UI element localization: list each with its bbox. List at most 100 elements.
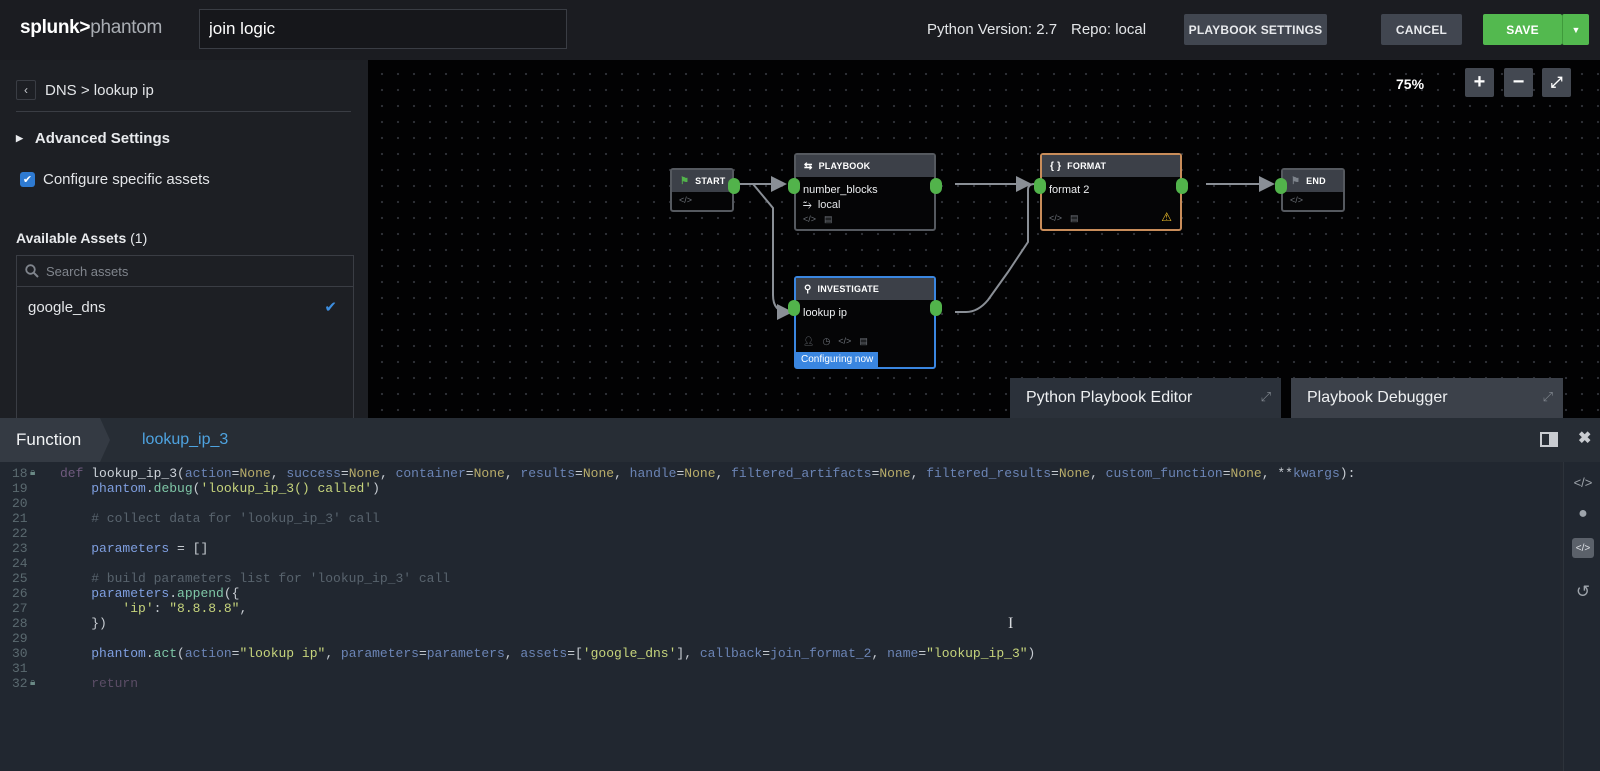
code-text: 'ip': "8.8.8.8", (122, 601, 248, 616)
logo-bold: splunk> (20, 17, 91, 38)
code-text: }) (60, 616, 107, 631)
format-node[interactable]: { } FORMAT format 2 </> ▤ ⚠ (1034, 153, 1188, 231)
node-type-label: START (695, 176, 726, 186)
code-icon: </> (1290, 195, 1304, 205)
code-editor-panel: Function lookup_ip_3 ✖ 18 🔒︎ def lookup_ip… (0, 418, 1600, 771)
caret-down-icon: ▼ (1571, 24, 1581, 35)
investigate-node[interactable]: ⚲ INVESTIGATE lookup ip 👤︎ ◷ </> ▤ Configuri… (788, 276, 942, 369)
code-line: 21 # collect data for 'lookup_ip_3' call (0, 511, 1560, 526)
line-number: 29 (12, 631, 28, 646)
asset-search (17, 256, 353, 287)
available-assets-count: (1) (130, 230, 148, 246)
cancel-button[interactable]: CANCEL (1381, 14, 1462, 45)
code-box-icon[interactable]: </> (1572, 538, 1594, 558)
zoom-level: 75% (1396, 76, 1425, 92)
code-text: parameters = [] (91, 541, 209, 556)
undo-icon[interactable]: ↺ (1572, 582, 1594, 602)
editor-side-toolbar: </> ● </> ↺ (1563, 462, 1600, 771)
caret-right-icon: ▶ (16, 133, 23, 143)
edge-investigate-format (955, 183, 1035, 313)
playbook-node[interactable]: ⇆ PLAYBOOK number_blocks ⥲ local </> ▤ (788, 153, 942, 231)
fit-to-screen-button[interactable]: ⤢ (1542, 68, 1571, 97)
repo-branch-icon: ⥲ (803, 199, 812, 211)
available-assets-heading: Available Assets (1) (16, 230, 147, 246)
zoom-out-button[interactable]: − (1504, 68, 1533, 97)
line-number: 31 (12, 661, 28, 676)
line-number: 25 (12, 571, 28, 586)
code-icon: </> (838, 336, 852, 346)
expand-icon[interactable]: ⤢ (1261, 389, 1271, 405)
code-area[interactable]: 18 🔒︎ def lookup_ip_3(action=None, success… (0, 462, 1560, 771)
code-line: 28 }) (0, 616, 1560, 631)
warning-icon[interactable]: ⚠ (1161, 210, 1172, 224)
save-button[interactable]: SAVE (1483, 14, 1562, 45)
line-number: 27 (12, 601, 28, 616)
playbook-name-input[interactable] (199, 9, 567, 49)
code-text: phantom.act(action="lookup ip", paramete… (91, 646, 1036, 661)
edges-layer (736, 176, 1275, 320)
search-icon: ⚲ (804, 283, 812, 295)
advanced-settings-toggle[interactable]: ▶ Advanced Settings (16, 130, 170, 147)
flag-icon: ⚑ (1291, 175, 1301, 187)
asset-item[interactable]: google_dns ✔ (17, 287, 353, 327)
line-number: 26 (12, 586, 28, 601)
splunk-phantom-logo[interactable]: splunk>phantom (20, 17, 162, 39)
back-button[interactable]: ‹ (16, 80, 36, 100)
divider (16, 111, 351, 112)
configure-assets-label[interactable]: Configure specific assets (43, 171, 210, 188)
zoom-in-button[interactable]: + (1465, 68, 1494, 97)
node-repo: local (817, 199, 841, 211)
function-name[interactable]: lookup_ip_3 (142, 431, 228, 449)
code-icon[interactable]: </> (1572, 472, 1594, 492)
asset-list: google_dns ✔ (16, 255, 354, 420)
tab-playbook-debugger[interactable]: Playbook Debugger ⤢ (1291, 378, 1563, 418)
output-port[interactable] (930, 178, 942, 194)
tab-python-playbook-editor[interactable]: Python Playbook Editor ⤢ (1010, 378, 1281, 418)
end-node[interactable]: ⚑ END </> (1275, 168, 1345, 212)
advanced-settings-label: Advanced Settings (34, 130, 170, 147)
code-line: 26 parameters.append({ (0, 586, 1560, 601)
close-icon[interactable]: ✖ (1578, 428, 1591, 448)
breadcrumb: DNS > lookup ip (45, 82, 154, 99)
check-icon: ✔ (22, 174, 33, 186)
code-text: # collect data for 'lookup_ip_3' call (60, 511, 380, 526)
lock-icon: 🔒︎ (30, 468, 36, 479)
start-node[interactable]: ⚑ START </> (670, 168, 740, 212)
input-port[interactable] (788, 178, 800, 194)
output-port[interactable] (728, 178, 740, 194)
input-port[interactable] (1034, 178, 1046, 194)
node-name: lookup ip (803, 307, 848, 319)
code-text: parameters.append({ (91, 586, 240, 601)
playbook-canvas[interactable]: 75% + − ⤢ ⚑ START </> ⇆ PLAYBOOK number_bl… (368, 60, 1600, 418)
configuring-status-badge: Configuring now (796, 352, 879, 367)
node-name: number_blocks (803, 184, 878, 196)
document-icon: ▤ (824, 214, 833, 224)
line-number: 22 (12, 526, 28, 541)
expand-icon[interactable]: ⤢ (1543, 389, 1553, 405)
node-type-label: FORMAT (1067, 161, 1107, 171)
output-port[interactable] (930, 300, 942, 316)
search-icon (25, 264, 39, 278)
search-assets-input[interactable] (46, 263, 326, 279)
line-number: 18 (12, 466, 28, 481)
node-type-label: END (1306, 176, 1326, 186)
code-icon: </> (803, 214, 817, 224)
code-line: 31 (0, 661, 1560, 676)
output-port[interactable] (1176, 178, 1188, 194)
save-options-dropdown[interactable]: ▼ (1562, 14, 1589, 45)
code-line: 25 # build parameters list for 'lookup_i… (0, 571, 1560, 586)
input-port[interactable] (1275, 178, 1287, 194)
top-bar: splunk>phantom Python Version: 2.7 Repo:… (0, 0, 1600, 60)
expand-icon: ⤢ (1550, 74, 1563, 91)
split-view-icon[interactable] (1540, 432, 1558, 447)
input-port[interactable] (788, 300, 800, 316)
code-text: # build parameters list for 'lookup_ip_3… (60, 571, 451, 586)
code-line: 19 phantom.debug('lookup_ip_3() called') (0, 481, 1560, 496)
playbook-settings-button[interactable]: PLAYBOOK SETTINGS (1184, 14, 1327, 45)
document-icon: ▤ (1070, 213, 1079, 223)
checkmark-icon: ✔ (324, 299, 337, 316)
globe-icon[interactable]: ● (1572, 504, 1594, 524)
configure-assets-checkbox[interactable]: ✔ (20, 172, 35, 187)
edge-start-investigate (736, 183, 793, 320)
tab-label: Playbook Debugger (1307, 389, 1448, 406)
